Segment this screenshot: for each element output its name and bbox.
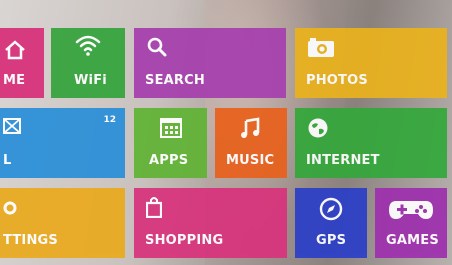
tile-apps[interactable]: APPS	[134, 108, 207, 178]
home-icon	[4, 39, 26, 61]
tile-search[interactable]: SEARCH	[134, 28, 286, 98]
tile-internet-label: INTERNET	[306, 153, 380, 168]
tile-mail[interactable]: 12 L	[0, 108, 125, 178]
tile-gps-label: GPS	[316, 233, 347, 248]
tile-search-label: SEARCH	[145, 73, 205, 88]
globe-icon	[307, 117, 329, 139]
tile-mail-label: L	[3, 153, 12, 168]
tile-apps-label: APPS	[149, 153, 189, 168]
compass-icon	[319, 197, 343, 221]
tile-wifi-label: WiFi	[74, 73, 107, 88]
mail-icon	[3, 117, 21, 135]
tile-shopping-label: SHOPPING	[145, 233, 224, 248]
music-icon	[239, 117, 261, 139]
gear-icon	[3, 201, 17, 215]
tile-music[interactable]: MUSIC	[215, 108, 287, 178]
tile-photos-label: PHOTOS	[306, 73, 368, 88]
tile-home[interactable]: ME	[0, 28, 44, 98]
search-icon	[146, 36, 168, 58]
tile-settings-label: TTINGS	[3, 233, 58, 248]
wifi-icon	[75, 34, 101, 56]
tile-games[interactable]: GAMES	[375, 188, 447, 258]
apps-icon	[160, 118, 182, 138]
tile-settings[interactable]: TTINGS	[0, 188, 125, 258]
tile-internet[interactable]: INTERNET	[295, 108, 447, 178]
gamepad-icon	[388, 198, 434, 220]
tile-home-label: ME	[3, 73, 26, 88]
tile-shopping[interactable]: SHOPPING	[134, 188, 287, 258]
tile-wifi[interactable]: WiFi	[51, 28, 125, 98]
tile-music-label: MUSIC	[226, 153, 275, 168]
tile-games-label: GAMES	[386, 233, 439, 248]
tile-gps[interactable]: GPS	[295, 188, 367, 258]
mail-unread-count: 12	[103, 115, 116, 125]
camera-icon	[307, 36, 335, 58]
shopping-bag-icon	[146, 196, 162, 218]
tile-photos[interactable]: PHOTOS	[295, 28, 447, 98]
